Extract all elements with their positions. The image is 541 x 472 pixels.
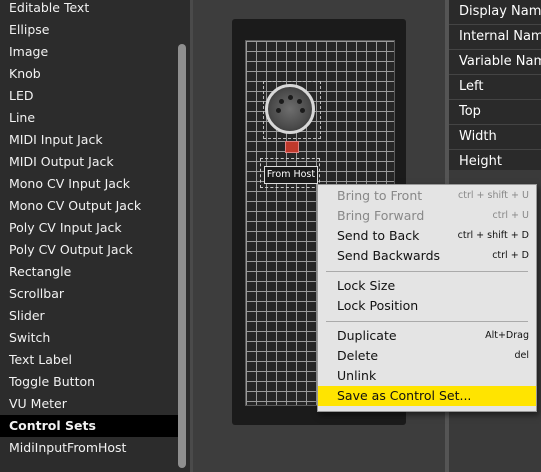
menu-shortcut: ctrl + shift + D bbox=[457, 230, 529, 241]
menu-label: Save as Control Set... bbox=[337, 388, 472, 403]
list-item-knob[interactable]: Knob bbox=[0, 63, 178, 85]
menu-item-lock-size[interactable]: Lock Size bbox=[318, 276, 536, 296]
menu-shortcut: ctrl + U bbox=[492, 210, 529, 221]
list-item-text-label[interactable]: Text Label bbox=[0, 349, 178, 371]
menu-item-bring-forward[interactable]: Bring Forward ctrl + U bbox=[318, 206, 536, 226]
menu-shortcut: ctrl + shift + U bbox=[458, 190, 529, 201]
menu-item-bring-to-front[interactable]: Bring to Front ctrl + shift + U bbox=[318, 186, 536, 206]
prop-internal-name[interactable]: Internal Name bbox=[449, 25, 541, 50]
menu-item-delete[interactable]: Delete del bbox=[318, 346, 536, 366]
menu-item-unlink[interactable]: Unlink bbox=[318, 366, 536, 386]
menu-shortcut: Alt+Drag bbox=[485, 330, 529, 341]
prop-top[interactable]: Top bbox=[449, 100, 541, 125]
menu-label: Bring Forward bbox=[337, 208, 425, 223]
list-item-ellipse[interactable]: Ellipse bbox=[0, 19, 178, 41]
menu-item-send-to-back[interactable]: Send to Back ctrl + shift + D bbox=[318, 226, 536, 246]
midi-jack-icon[interactable] bbox=[265, 84, 315, 134]
list-item-led[interactable]: LED bbox=[0, 85, 178, 107]
prop-display-name[interactable]: Display Name bbox=[449, 0, 541, 25]
led-indicator[interactable] bbox=[285, 141, 299, 153]
menu-item-send-backwards[interactable]: Send Backwards ctrl + D bbox=[318, 246, 536, 266]
menu-separator bbox=[326, 321, 528, 322]
list-item-poly-cv-output-jack[interactable]: Poly CV Output Jack bbox=[0, 239, 178, 261]
list-item-midi-input-from-host[interactable]: MidiInputFromHost bbox=[0, 437, 178, 459]
list-item-midi-input-jack[interactable]: MIDI Input Jack bbox=[0, 129, 178, 151]
menu-label: Bring to Front bbox=[337, 188, 423, 203]
list-item-slider[interactable]: Slider bbox=[0, 305, 178, 327]
list-item-rectangle[interactable]: Rectangle bbox=[0, 261, 178, 283]
prop-left[interactable]: Left bbox=[449, 75, 541, 100]
list-item-poly-cv-input-jack[interactable]: Poly CV Input Jack bbox=[0, 217, 178, 239]
list-item-mono-cv-input-jack[interactable]: Mono CV Input Jack bbox=[0, 173, 178, 195]
list-item-image[interactable]: Image bbox=[0, 41, 178, 63]
text-label-component[interactable]: From Host bbox=[264, 166, 318, 184]
list-item-midi-output-jack[interactable]: MIDI Output Jack bbox=[0, 151, 178, 173]
list-item-switch[interactable]: Switch bbox=[0, 327, 178, 349]
menu-label: Send to Back bbox=[337, 228, 420, 243]
menu-label: Send Backwards bbox=[337, 248, 441, 263]
section-header-control-sets[interactable]: Control Sets bbox=[0, 415, 178, 437]
component-list-panel: Editable Text Ellipse Image Knob LED Lin… bbox=[0, 0, 190, 472]
list-item-editable-text[interactable]: Editable Text bbox=[0, 0, 178, 19]
menu-item-lock-position[interactable]: Lock Position bbox=[318, 296, 536, 316]
component-list-scrollbar[interactable] bbox=[178, 44, 186, 468]
prop-width[interactable]: Width bbox=[449, 125, 541, 150]
menu-item-duplicate[interactable]: Duplicate Alt+Drag bbox=[318, 326, 536, 346]
menu-shortcut: del bbox=[514, 350, 529, 361]
menu-item-save-as-control-set[interactable]: Save as Control Set... bbox=[318, 386, 536, 406]
context-menu: Bring to Front ctrl + shift + U Bring Fo… bbox=[317, 184, 537, 412]
menu-label: Lock Position bbox=[337, 298, 419, 313]
list-item-scrollbar[interactable]: Scrollbar bbox=[0, 283, 178, 305]
menu-label: Duplicate bbox=[337, 328, 397, 343]
menu-label: Delete bbox=[337, 348, 379, 363]
menu-label: Lock Size bbox=[337, 278, 396, 293]
list-item-vu-meter[interactable]: VU Meter bbox=[0, 393, 178, 415]
prop-variable-name[interactable]: Variable Name bbox=[449, 50, 541, 75]
menu-label: Unlink bbox=[337, 368, 377, 383]
menu-separator bbox=[326, 271, 528, 272]
list-item-line[interactable]: Line bbox=[0, 107, 178, 129]
list-item-mono-cv-output-jack[interactable]: Mono CV Output Jack bbox=[0, 195, 178, 217]
component-list: Editable Text Ellipse Image Knob LED Lin… bbox=[0, 0, 178, 459]
list-item-toggle-button[interactable]: Toggle Button bbox=[0, 371, 178, 393]
menu-shortcut: ctrl + D bbox=[492, 250, 529, 261]
